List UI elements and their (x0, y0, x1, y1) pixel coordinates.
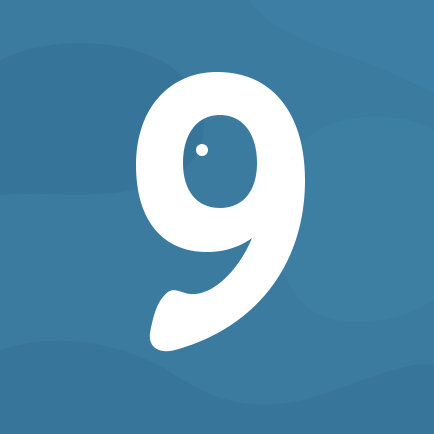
nine-icon (0, 0, 434, 434)
app-icon (0, 0, 434, 434)
eye-highlight (196, 144, 208, 156)
